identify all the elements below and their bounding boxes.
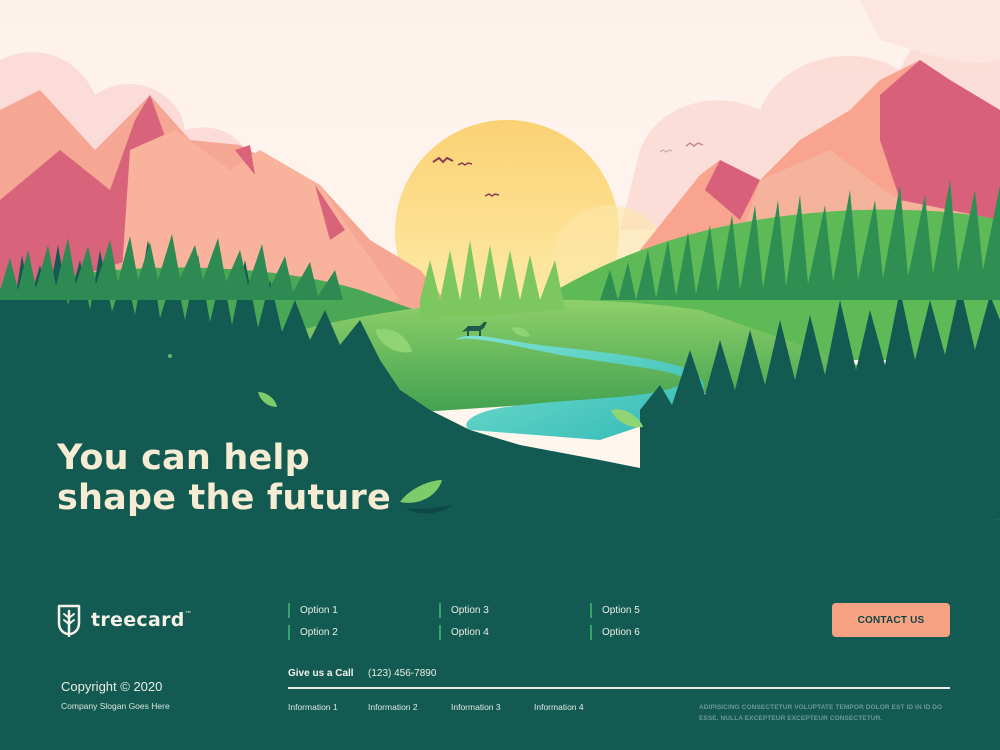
nav-option-5[interactable]: Option 5	[590, 603, 640, 618]
tree-leaf-icon	[57, 604, 81, 637]
nav-option-6[interactable]: Option 6	[590, 625, 640, 640]
forest-landscape-illustration	[0, 0, 1000, 750]
nav-option-4[interactable]: Option 4	[439, 625, 489, 640]
company-slogan: Company Slogan Goes Here	[61, 701, 170, 711]
phone-number-link[interactable]: (123) 456-7890	[368, 668, 436, 679]
hero-headline-line2: shape the future	[57, 478, 391, 518]
copyright-text: Copyright © 2020	[61, 679, 163, 694]
footer-link-information-1[interactable]: Information 1	[288, 702, 338, 712]
landing-page: You can help shape the future treecard™ …	[0, 0, 1000, 750]
nav-option-1[interactable]: Option 1	[288, 603, 338, 618]
call-label: Give us a Call	[288, 668, 354, 679]
brand-name-text: treecard	[91, 609, 185, 631]
footer-link-information-4[interactable]: Information 4	[534, 702, 584, 712]
footer-link-information-3[interactable]: Information 3	[451, 702, 501, 712]
contact-us-button[interactable]: CONTACT US	[832, 603, 950, 637]
hero-headline-line1: You can help	[57, 438, 310, 478]
hero-headline: You can help shape the future	[57, 438, 391, 518]
footer-divider	[288, 687, 950, 689]
nav-option-2[interactable]: Option 2	[288, 625, 338, 640]
brand-logo[interactable]: treecard™	[56, 603, 192, 637]
brand-trademark: ™	[184, 610, 192, 618]
nav-option-3[interactable]: Option 3	[439, 603, 489, 618]
legal-text: ADIPISICING CONSECTETUR VOLUPTATE TEMPOR…	[699, 704, 943, 722]
brand-name: treecard™	[91, 609, 192, 631]
leaf-dot	[168, 354, 172, 358]
footer-link-information-2[interactable]: Information 2	[368, 702, 418, 712]
